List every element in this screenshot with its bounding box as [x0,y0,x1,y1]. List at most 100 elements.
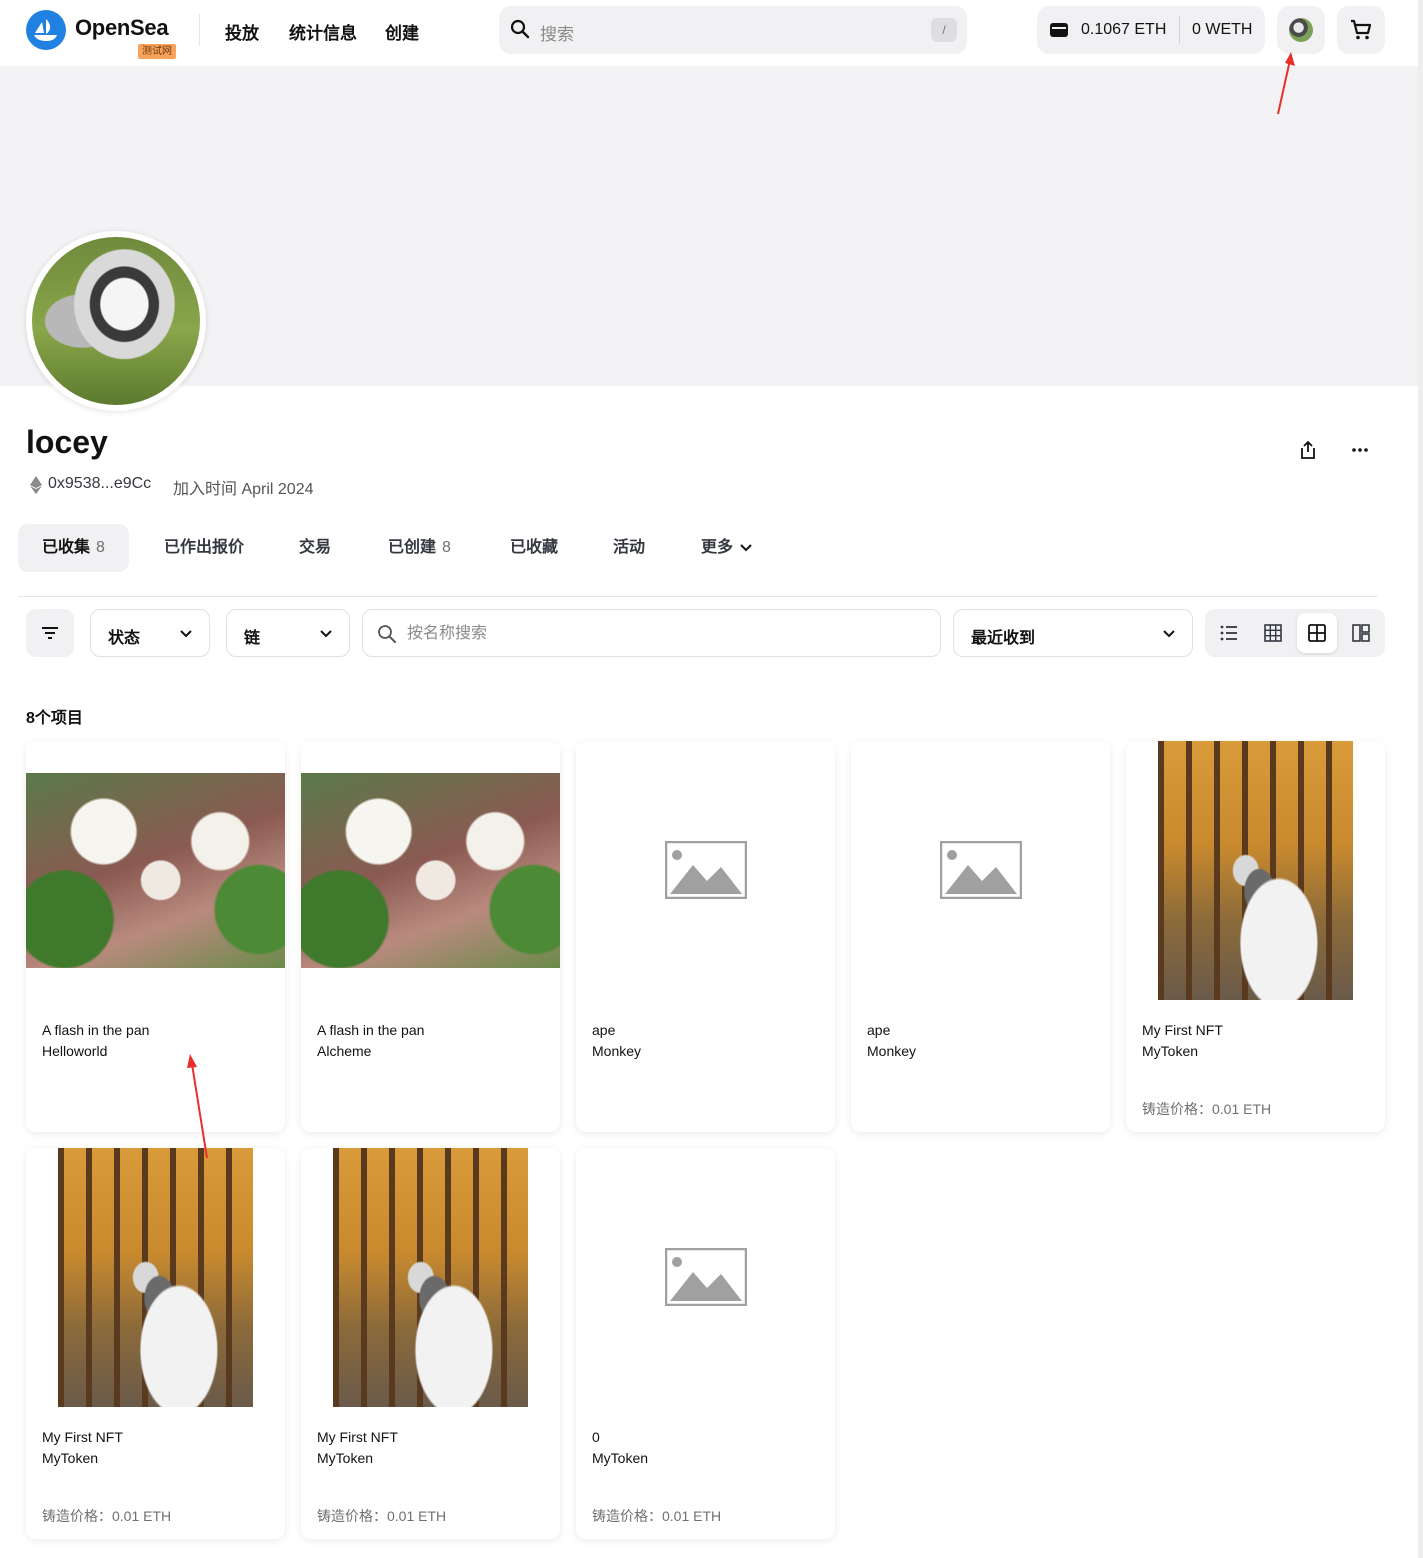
image-placeholder-icon [665,1248,747,1306]
nft-card[interactable]: My First NFT MyToken 铸造价格：0.01 ETH [26,1148,285,1539]
tab-collected[interactable]: 已收集 8 [18,524,129,572]
tab-created[interactable]: 已创建 8 [364,524,475,572]
profile-banner [0,66,1418,386]
nft-media [1126,741,1385,1000]
wallet-separator [1179,16,1180,44]
nav-link-drops[interactable]: 投放 [225,19,259,44]
tab-activity[interactable]: 活动 [589,524,669,572]
search-shortcut-key: / [931,18,957,42]
nft-image-flower [301,773,560,968]
ethereum-icon [30,476,42,499]
nft-image-flower [26,773,285,968]
filter-toggle-button[interactable] [26,609,74,657]
tabs-divider [18,596,1378,597]
wallet-balance-button[interactable]: 0.1067 ETH 0 WETH [1037,6,1265,54]
search-placeholder: 搜索 [540,25,574,44]
nft-card[interactable]: ape Monkey [851,741,1110,1132]
nft-mint-price: 铸造价格：0.01 ETH [592,1508,722,1524]
filter-icon [42,627,58,639]
nft-media [576,741,835,1000]
tab-label: 活动 [613,539,646,556]
nft-title: My First NFT [1142,1022,1223,1038]
name-search-box[interactable] [362,609,941,657]
tab-favorited[interactable]: 已收藏 [486,524,582,572]
nft-card[interactable]: My First NFT MyToken 铸造价格：0.01 ETH [1126,741,1385,1132]
nft-collection: Alcheme [317,1043,372,1059]
nft-media [851,741,1110,1000]
account-button[interactable] [1277,6,1325,54]
nft-card[interactable]: A flash in the pan Helloworld [26,741,285,1132]
small-grid-icon [1264,624,1282,642]
sort-label: 最近收到 [971,630,1036,647]
items-count: 8个项目 [26,710,83,727]
tab-label: 更多 [701,539,734,556]
nft-card[interactable]: My First NFT MyToken 铸造价格：0.01 ETH [301,1148,560,1539]
search-icon [378,625,396,643]
nft-collection: MyToken [42,1450,99,1466]
nft-title: My First NFT [42,1429,123,1445]
annotation-arrow-card [187,1054,208,1159]
profile-avatar[interactable] [32,237,200,405]
tab-label: 已作出报价 [164,539,245,556]
opensea-logo-icon[interactable] [26,10,66,50]
large-grid-view-button[interactable] [1297,613,1337,653]
scrollbar[interactable] [1418,0,1423,1558]
image-placeholder-icon [665,841,747,899]
nft-card[interactable]: A flash in the pan Alcheme [301,741,560,1132]
account-avatar [1289,18,1313,42]
search-icon [510,19,530,44]
nft-title: My First NFT [317,1429,398,1445]
masonry-grid-icon [1352,624,1370,642]
chain-filter-label: 链 [244,630,261,647]
nft-media [301,1148,560,1407]
top-nav: OpenSea 测试网 投放 统计信息 创建 搜索 / 0.1067 ETH 0… [0,0,1423,66]
nft-collection: MyToken [317,1450,374,1466]
share-button[interactable] [1298,440,1318,465]
global-search[interactable]: 搜索 / [499,6,967,54]
nft-media [26,1148,285,1407]
small-grid-view-button[interactable] [1253,613,1293,653]
tab-label: 交易 [299,539,332,556]
joined-date: 加入时间 April 2024 [173,481,314,498]
nft-image-dog [58,1148,253,1407]
tab-label: 已收藏 [510,539,559,556]
nft-media [301,741,560,1000]
name-search-input[interactable] [407,622,907,646]
wallet-address[interactable]: 0x9538...e9Cc [48,475,151,493]
nav-link-create[interactable]: 创建 [385,19,419,44]
nav-link-stats[interactable]: 统计信息 [289,19,357,44]
nft-mint-price: 铸造价格：0.01 ETH [317,1508,447,1524]
large-grid-icon [1308,624,1326,642]
nft-card[interactable]: ape Monkey [576,741,835,1132]
nft-title: A flash in the pan [317,1022,425,1038]
tab-more[interactable]: 更多 [677,524,771,572]
nft-card[interactable]: 0 MyToken 铸造价格：0.01 ETH [576,1148,835,1539]
brand-name[interactable]: OpenSea [75,15,169,41]
nft-mint-price: 铸造价格：0.01 ETH [1142,1101,1272,1117]
tab-label: 已创建 [388,539,437,556]
view-mode-switcher [1205,609,1385,657]
sort-dropdown[interactable]: 最近收到 [953,609,1193,657]
nft-collection: Monkey [592,1043,642,1059]
nft-collection: MyToken [592,1450,649,1466]
tab-label: 已收集 [42,539,91,556]
nft-media [576,1148,835,1407]
nft-title: ape [592,1022,616,1038]
cart-button[interactable] [1337,6,1385,54]
tab-deals[interactable]: 交易 [275,524,355,572]
status-filter-label: 状态 [108,630,141,647]
masonry-view-button[interactable] [1341,613,1381,653]
more-options-button[interactable] [1350,440,1370,465]
chain-filter-dropdown[interactable]: 链 [226,609,350,657]
nft-collection: Monkey [867,1043,917,1059]
annotation-arrow-account [1277,52,1295,115]
tab-offers-made[interactable]: 已作出报价 [140,524,268,572]
profile-avatar-frame [26,231,206,411]
cart-icon [1351,19,1372,40]
nav-divider [199,14,200,46]
list-view-button[interactable] [1209,613,1249,653]
nft-collection: MyToken [1142,1043,1199,1059]
ellipsis-icon [1352,448,1368,452]
nft-collection: Helloworld [42,1043,108,1059]
status-filter-dropdown[interactable]: 状态 [90,609,210,657]
